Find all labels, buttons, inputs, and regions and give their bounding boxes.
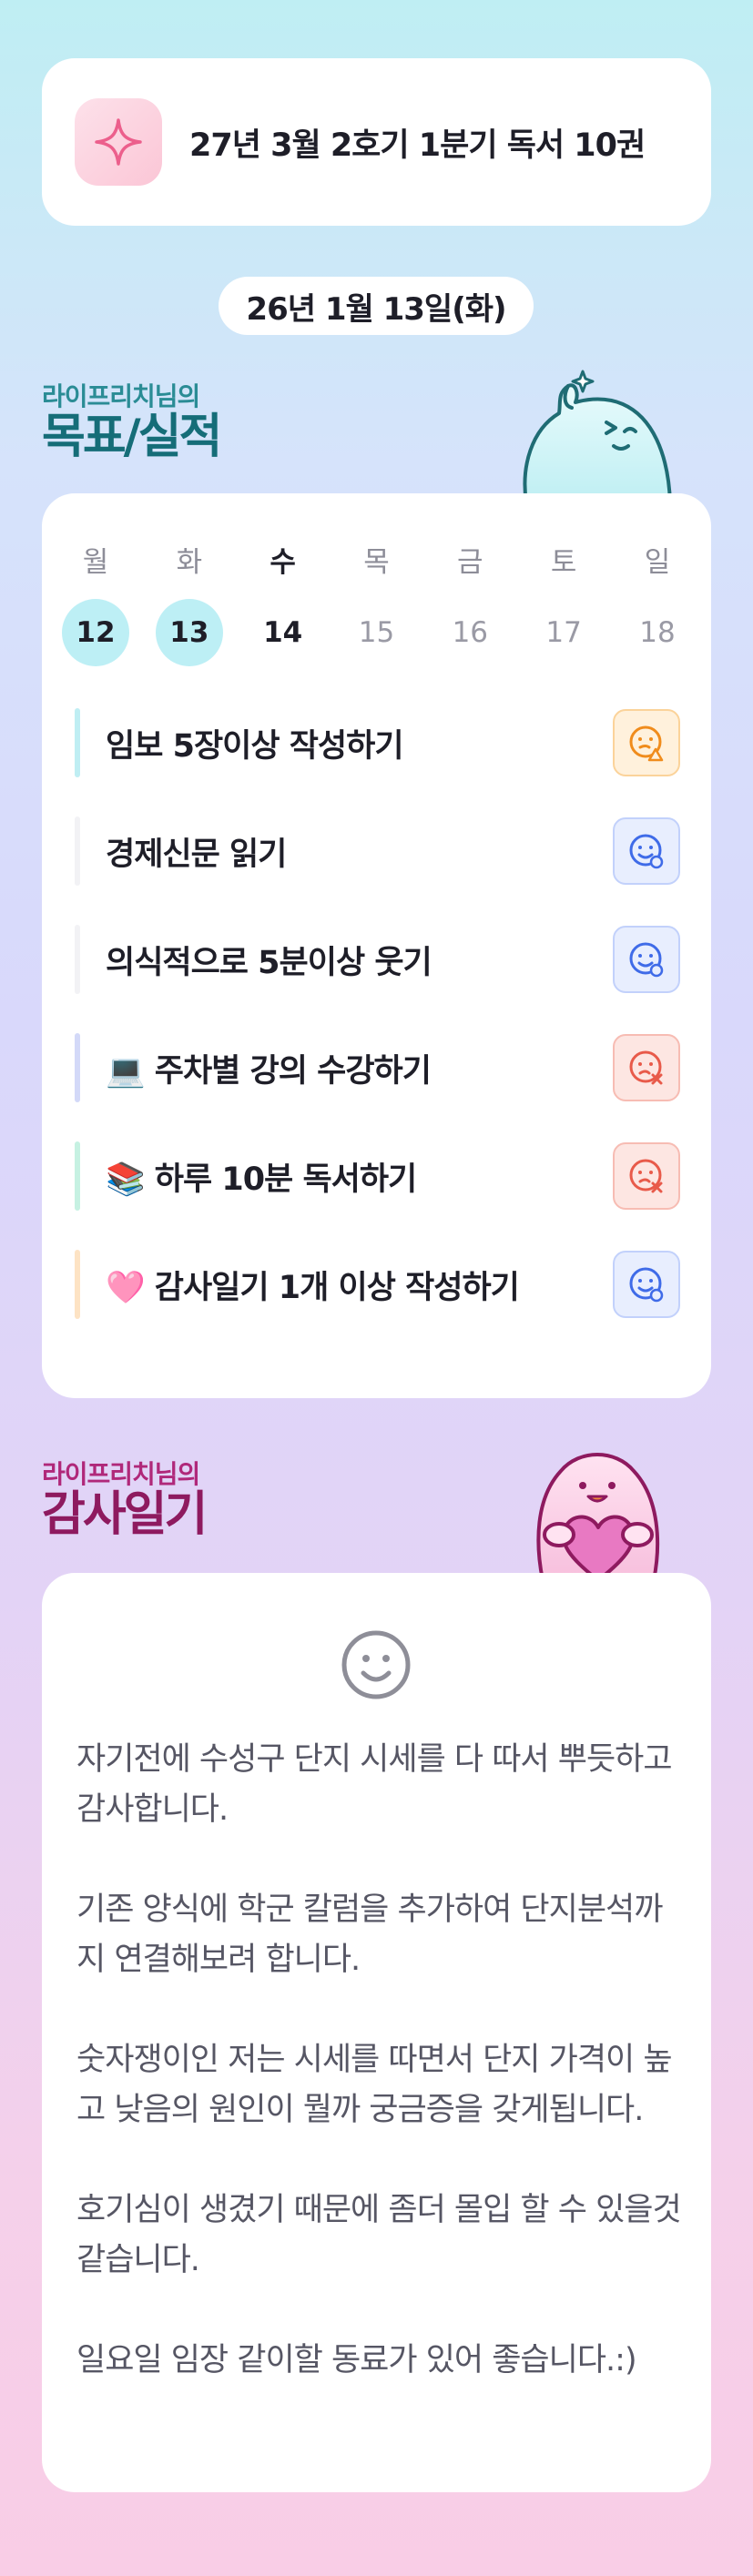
day-number: 17 bbox=[545, 616, 582, 649]
gratitude-paragraph: 기존 양식에 학군 칼럼을 추가하여 단지분석까지 연결해보려 합니다. bbox=[76, 1891, 663, 1978]
gratitude-heading-title: 감사일기 bbox=[42, 1487, 208, 1542]
day-number: 12 bbox=[62, 599, 129, 666]
face-check-icon[interactable] bbox=[613, 926, 680, 993]
goal-item[interactable]: 임보 5장이상 작성하기 bbox=[75, 708, 680, 777]
day-mon[interactable]: 월 12 bbox=[62, 544, 129, 666]
goal-item[interactable]: 경제신문 읽기 bbox=[75, 816, 680, 886]
goal-label: 🩷 감사일기 1개 이상 작성하기 bbox=[106, 1269, 520, 1306]
goal-label: 📚 하루 10분 독서하기 bbox=[106, 1161, 417, 1198]
day-label: 목 bbox=[363, 546, 390, 579]
goal-label: 경제신문 읽기 bbox=[106, 836, 287, 873]
goal-list: 임보 5장이상 작성하기 경제신문 읽기 의식적으로 5분이상 웃기 💻 주차별… bbox=[75, 708, 680, 1358]
goal-color-bar bbox=[75, 925, 80, 994]
goal-label: 💻 주차별 강의 수강하기 bbox=[106, 1052, 432, 1090]
green-ghost-mascot bbox=[523, 370, 672, 502]
day-number: 13 bbox=[155, 599, 223, 666]
goals-heading-title: 목표/실적 bbox=[42, 410, 222, 464]
sparkle-icon bbox=[75, 98, 162, 186]
goal-color-bar bbox=[75, 1141, 80, 1211]
face-check-icon[interactable] bbox=[613, 817, 680, 885]
smile-face-icon bbox=[341, 1630, 411, 1699]
date-pill[interactable]: 26년 1월 13일(화) bbox=[219, 277, 534, 335]
gratitude-paragraph: 호기심이 생겼기 때문에 좀더 몰입 할 수 있을것 같습니다. bbox=[76, 2192, 682, 2278]
day-label: 일 bbox=[644, 546, 671, 579]
goal-label: 임보 5장이상 작성하기 bbox=[106, 727, 404, 765]
day-sat[interactable]: 토 17 bbox=[530, 544, 597, 666]
goal-item[interactable]: 💻 주차별 강의 수강하기 bbox=[75, 1033, 680, 1102]
day-number: 16 bbox=[452, 616, 489, 649]
day-wed[interactable]: 수 14 bbox=[249, 544, 317, 666]
gratitude-paragraph: 일요일 임장 같이할 동료가 있어 좋습니다.:) bbox=[76, 2342, 637, 2378]
day-number: 14 bbox=[263, 616, 303, 649]
gratitude-text: 자기전에 수성구 단지 시세를 다 따서 뿌듯하고 감사합니다. 기존 양식에 … bbox=[76, 1735, 688, 2386]
day-number: 18 bbox=[639, 616, 676, 649]
gratitude-paragraph: 자기전에 수성구 단지 시세를 다 따서 뿌듯하고 감사합니다. bbox=[76, 1741, 673, 1828]
day-label: 토 bbox=[550, 546, 577, 579]
goal-color-bar bbox=[75, 816, 80, 886]
gratitude-paragraph: 숫자쟁이인 저는 시세를 따면서 단지 가격이 높고 낮음의 원인이 뭘까 궁금… bbox=[76, 2042, 673, 2128]
goal-color-bar bbox=[75, 1033, 80, 1102]
week-calendar: 월 12 화 13 수 14 목 15 금 16 토 17 일 18 bbox=[62, 544, 691, 666]
goal-item[interactable]: 📚 하루 10분 독서하기 bbox=[75, 1141, 680, 1211]
goals-heading-owner: 라이프리치님의 bbox=[42, 381, 200, 411]
day-label: 금 bbox=[457, 546, 483, 579]
face-x-icon[interactable] bbox=[613, 1034, 680, 1101]
goal-label: 의식적으로 5분이상 웃기 bbox=[106, 944, 432, 981]
day-fri[interactable]: 금 16 bbox=[436, 544, 504, 666]
goals-heading: 라이프리치님의 목표/실적 bbox=[42, 377, 222, 464]
pink-heart-mascot bbox=[536, 1453, 660, 1580]
day-thu[interactable]: 목 15 bbox=[342, 544, 410, 666]
gratitude-heading-owner: 라이프리치님의 bbox=[42, 1459, 200, 1489]
goal-item[interactable]: 의식적으로 5분이상 웃기 bbox=[75, 925, 680, 994]
day-number: 15 bbox=[358, 616, 395, 649]
gratitude-card: 자기전에 수성구 단지 시세를 다 따서 뿌듯하고 감사합니다. 기존 양식에 … bbox=[42, 1573, 711, 2492]
day-tue[interactable]: 화 13 bbox=[155, 544, 223, 666]
day-sun[interactable]: 일 18 bbox=[624, 544, 691, 666]
goal-color-bar bbox=[75, 708, 80, 777]
goal-item[interactable]: 🩷 감사일기 1개 이상 작성하기 bbox=[75, 1250, 680, 1319]
goal-banner-text: 27년 3월 2호기 1분기 독서 10권 bbox=[189, 127, 646, 164]
goals-card: 월 12 화 13 수 14 목 15 금 16 토 17 일 18 임보 5장… bbox=[42, 493, 711, 1398]
gratitude-heading: 라이프리치님의 감사일기 bbox=[42, 1455, 208, 1542]
goal-color-bar bbox=[75, 1250, 80, 1319]
face-check-icon[interactable] bbox=[613, 1251, 680, 1318]
day-label: 화 bbox=[176, 546, 203, 579]
goal-banner[interactable]: 27년 3월 2호기 1분기 독서 10권 bbox=[42, 58, 711, 226]
day-label: 월 bbox=[82, 546, 109, 579]
face-x-icon[interactable] bbox=[613, 1142, 680, 1210]
face-warning-icon[interactable] bbox=[613, 709, 680, 776]
day-label: 수 bbox=[270, 546, 296, 579]
